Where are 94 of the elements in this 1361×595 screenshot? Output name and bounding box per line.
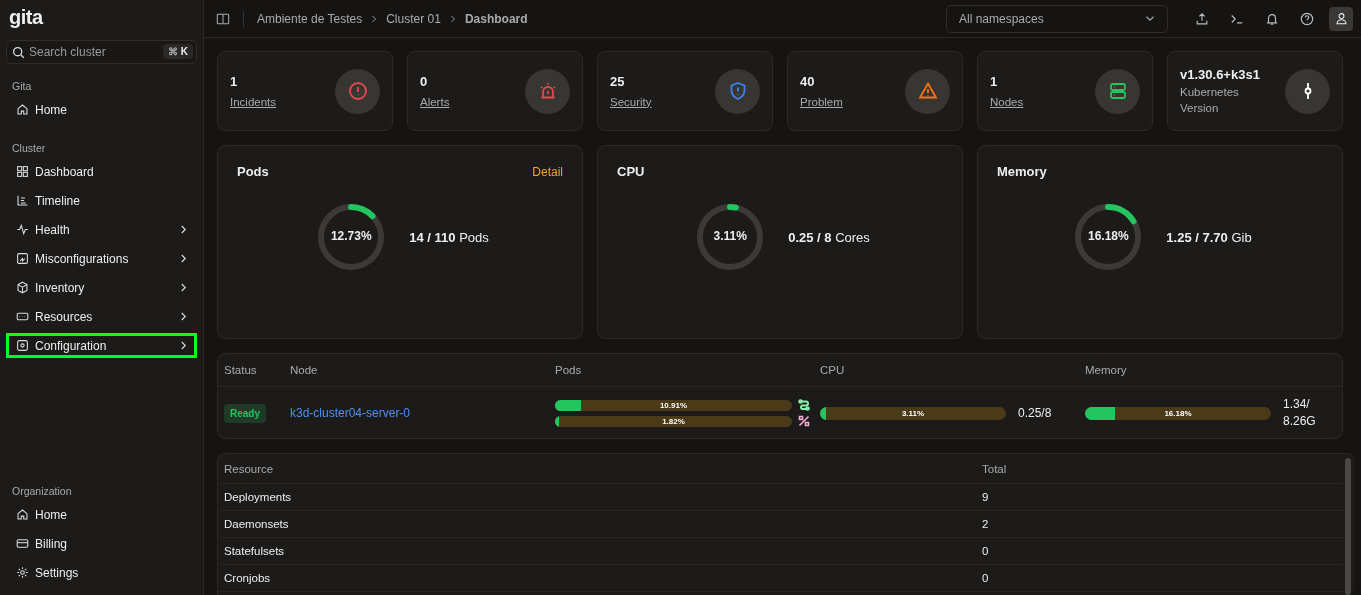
stat-value: 1 bbox=[230, 73, 239, 89]
table-cell-text: 0 bbox=[982, 572, 990, 584]
node-link[interactable]: k3d-cluster04-server-0 bbox=[290, 406, 411, 420]
card-icon bbox=[16, 537, 29, 550]
upload-icon[interactable] bbox=[1195, 11, 1209, 26]
chevron-right-icon bbox=[180, 312, 187, 321]
table-cell-text: 2 bbox=[982, 518, 990, 530]
section-title: Organization bbox=[11, 485, 73, 497]
chevron-right-icon bbox=[180, 283, 187, 292]
nav-item[interactable]: Home bbox=[6, 97, 197, 122]
chevron-right-icon bbox=[180, 254, 187, 263]
grid-icon bbox=[16, 165, 29, 178]
scrollbar[interactable] bbox=[1345, 458, 1351, 595]
percent-icon bbox=[798, 415, 810, 427]
shortcut-key: ⌘ K bbox=[163, 44, 193, 59]
gauge-reading: 0.25 / 8 Cores bbox=[788, 229, 870, 245]
column-header: Memory bbox=[1085, 364, 1128, 376]
section-title: Gita bbox=[11, 80, 33, 92]
cpu-reading: 0.25/8 bbox=[1018, 406, 1052, 420]
gauge-reading: 1.25 / 7.70 Gib bbox=[1166, 229, 1252, 245]
gauge-percent: 16.18% bbox=[1087, 229, 1130, 243]
card-title: Pods bbox=[237, 164, 269, 179]
pulse-icon bbox=[16, 223, 29, 236]
gauge-percent: 3.11% bbox=[712, 229, 748, 243]
table-cell-text: Deployments bbox=[224, 491, 293, 503]
home-icon bbox=[16, 103, 29, 116]
user-button[interactable] bbox=[1329, 6, 1353, 31]
chevron-right-icon bbox=[180, 225, 187, 234]
breadcrumb-link[interactable]: Cluster 01 bbox=[386, 11, 441, 26]
namespace-select[interactable]: All namespaces bbox=[946, 4, 1168, 33]
column-header: Resource bbox=[224, 462, 275, 475]
search-icon bbox=[12, 46, 25, 59]
column-header: Node bbox=[290, 364, 319, 376]
nav-item[interactable]: Health bbox=[6, 217, 197, 242]
nav-item[interactable]: Dashboard bbox=[6, 159, 197, 184]
stat-value: 40 bbox=[800, 73, 816, 89]
sidebar-toggle-icon[interactable] bbox=[216, 11, 230, 26]
stat-link[interactable]: Security bbox=[610, 95, 652, 108]
stat-link[interactable]: Alerts bbox=[420, 95, 450, 108]
nav-item[interactable]: Resources bbox=[6, 304, 197, 329]
home-icon bbox=[16, 508, 29, 521]
stat-link[interactable]: Problem bbox=[800, 95, 843, 108]
chevron-down-icon bbox=[1145, 15, 1155, 22]
progress-bar: 3.11% bbox=[820, 406, 1006, 420]
logo: gita bbox=[8, 5, 45, 30]
column-header: Total bbox=[982, 462, 1008, 475]
table-cell-text: Cronjobs bbox=[224, 572, 272, 584]
nav-item[interactable]: Billing bbox=[6, 531, 197, 556]
stat-value: 0 bbox=[420, 73, 429, 89]
settings-icon bbox=[16, 566, 29, 579]
bell-icon[interactable] bbox=[1265, 11, 1279, 26]
box-icon bbox=[16, 281, 29, 294]
section-title: Cluster bbox=[11, 142, 47, 154]
nav-item[interactable]: Misconfigurations bbox=[6, 246, 197, 271]
nav-item[interactable]: Configuration bbox=[6, 333, 197, 358]
gauge-percent: 12.73% bbox=[329, 229, 373, 243]
user-icon bbox=[1334, 12, 1348, 25]
timeline-icon bbox=[16, 194, 29, 207]
column-header: Status bbox=[224, 364, 258, 376]
warning-icon bbox=[917, 81, 938, 101]
column-header: Pods bbox=[555, 364, 583, 376]
progress-bar: 10.91% bbox=[555, 399, 792, 411]
stat-link[interactable]: Incidents bbox=[230, 95, 277, 108]
chevron-right-icon bbox=[371, 14, 378, 23]
nav-item[interactable]: Home bbox=[6, 502, 197, 527]
card-title: CPU bbox=[617, 164, 645, 179]
stat-value: 1 bbox=[990, 73, 999, 89]
chevron-right-icon bbox=[180, 341, 187, 350]
breadcrumb-link[interactable]: Dashboard bbox=[464, 11, 528, 26]
nav-item[interactable]: Timeline bbox=[6, 188, 197, 213]
progress-bar: 1.82% bbox=[555, 415, 792, 427]
table-cell-text: Statefulsets bbox=[224, 545, 286, 557]
nav-item[interactable]: Settings bbox=[6, 560, 197, 585]
breadcrumb-link[interactable]: Ambiente de Testes bbox=[257, 11, 363, 26]
stat-value: 25 bbox=[610, 73, 626, 89]
progress-bar: 16.18% bbox=[1085, 406, 1271, 420]
card-title: Memory bbox=[997, 164, 1047, 179]
help-icon[interactable] bbox=[1300, 11, 1314, 26]
table-cell-text: 9 bbox=[982, 491, 990, 503]
status-badge: Ready bbox=[224, 404, 266, 423]
stat-label: Kubernetes Version bbox=[1180, 84, 1240, 116]
route-icon bbox=[798, 399, 810, 411]
chevron-right-icon bbox=[449, 14, 456, 23]
alert-circle-icon bbox=[347, 81, 368, 101]
memory-reading: 1.34/ 8.26G bbox=[1283, 396, 1317, 430]
stat-link[interactable]: Nodes bbox=[990, 95, 1024, 108]
stat-value: v1.30.6+k3s1 bbox=[1180, 66, 1261, 82]
detail-link[interactable]: Detail bbox=[532, 164, 563, 179]
server-icon bbox=[1107, 81, 1128, 101]
table-cell-text: Daemonsets bbox=[224, 518, 290, 530]
nav-item[interactable]: Inventory bbox=[6, 275, 197, 300]
column-header: CPU bbox=[820, 364, 846, 376]
table-cell-text: 0 bbox=[982, 545, 990, 557]
gauge-reading: 14 / 110 Pods bbox=[409, 229, 489, 245]
